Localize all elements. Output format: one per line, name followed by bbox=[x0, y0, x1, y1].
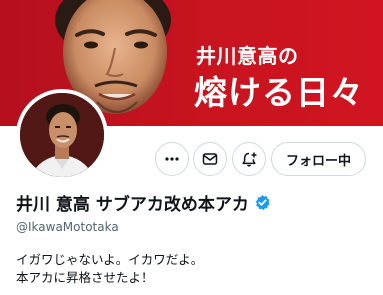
bio-line: イガワじゃないよ。イカワだよ。 bbox=[16, 252, 204, 267]
notification-add-icon bbox=[241, 152, 256, 167]
profile-avatar[interactable] bbox=[16, 89, 108, 181]
profile-page: 井川意高の 熔ける日々 フォロー中 井川 意高 サブアカ改め本アカ @Ikawa… bbox=[0, 0, 383, 295]
following-button[interactable]: フォロー中 bbox=[271, 142, 366, 176]
display-name: 井川 意高 サブアカ改め本アカ bbox=[16, 195, 249, 215]
bio-line: 本アカに昇格させたよ！ bbox=[16, 270, 154, 285]
name-row: 井川 意高 サブアカ改め本アカ bbox=[16, 190, 271, 215]
more-icon bbox=[165, 157, 179, 161]
more-button[interactable] bbox=[155, 142, 189, 176]
message-icon bbox=[202, 153, 218, 165]
verified-badge-icon[interactable] bbox=[254, 194, 271, 211]
banner-title-line1: 井川意高の bbox=[196, 44, 299, 68]
user-handle: @IkawaMototaka bbox=[16, 220, 119, 234]
notification-button[interactable] bbox=[232, 142, 266, 176]
avatar-portrait-image bbox=[20, 93, 104, 177]
banner-title-line2: 熔ける日々 bbox=[194, 73, 364, 112]
message-button[interactable] bbox=[193, 142, 227, 176]
